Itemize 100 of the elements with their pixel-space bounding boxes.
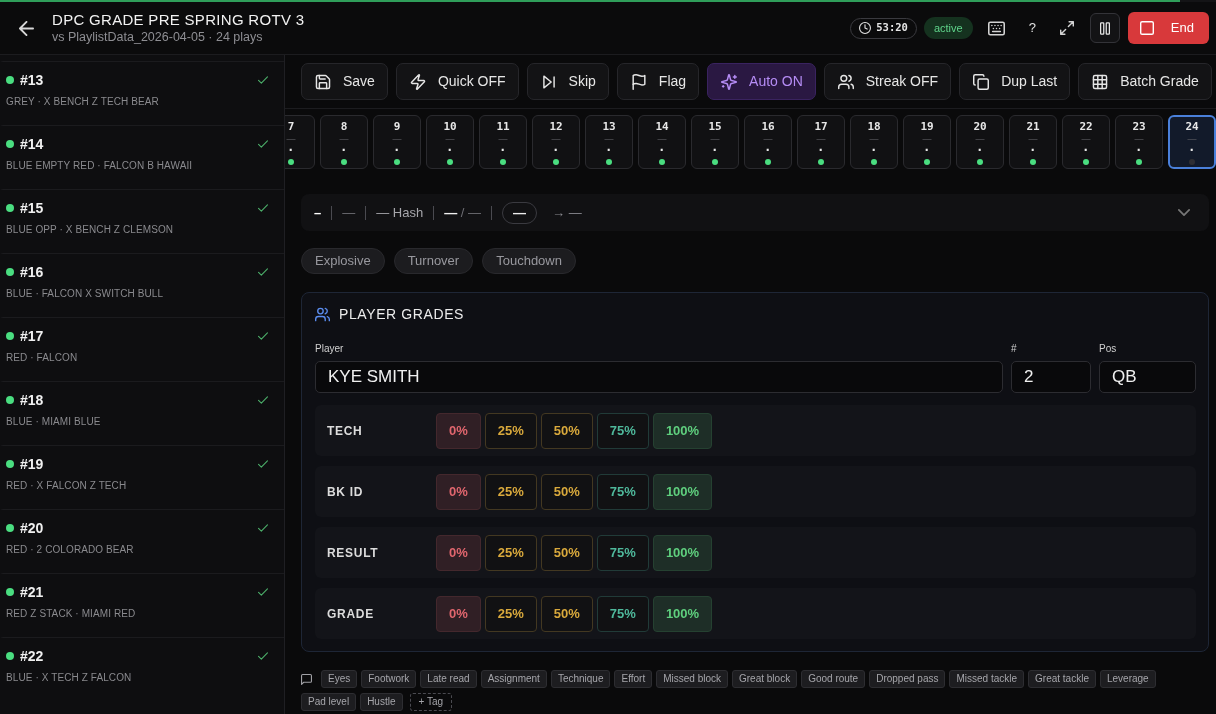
flag-button[interactable]: Flag	[616, 63, 700, 100]
play-tile[interactable]: 7 — ·	[285, 115, 315, 169]
clock-icon	[859, 22, 872, 34]
play-tile[interactable]: 8 — ·	[320, 115, 368, 169]
grade-option[interactable]: 75%	[596, 412, 649, 449]
grade-option[interactable]: 50%	[540, 412, 593, 449]
play-number: 14	[655, 119, 669, 134]
note-tag[interactable]: Pad level	[301, 693, 357, 711]
grade-option[interactable]: 25%	[484, 473, 537, 510]
note-tag[interactable]: Missed tackle	[949, 670, 1025, 688]
auto-mode-toggle[interactable]: Auto ON	[707, 63, 816, 100]
note-tag[interactable]: Hustle	[360, 693, 403, 711]
keyboard-icon[interactable]	[987, 20, 1005, 36]
quick-mode-toggle[interactable]: Quick OFF	[395, 63, 519, 100]
note-tag[interactable]: Dropped pass	[869, 670, 946, 688]
play-tile[interactable]: 20 — ·	[956, 115, 1004, 169]
note-tag[interactable]: Great tackle	[1028, 670, 1096, 688]
help-button[interactable]: ?	[1022, 18, 1042, 38]
grade-option[interactable]: 0%	[436, 412, 481, 449]
grade-option[interactable]: 75%	[596, 473, 649, 510]
play-detail: ·	[977, 145, 983, 156]
grade-option[interactable]: 75%	[596, 534, 649, 571]
note-tag[interactable]: Effort	[614, 670, 653, 688]
play-tile[interactable]: 11 — ·	[479, 115, 527, 169]
note-tag[interactable]: Good route	[801, 670, 866, 688]
grade-option[interactable]: 100%	[652, 473, 713, 510]
play-detail: —	[763, 134, 773, 145]
play-tile[interactable]: 16 — ·	[744, 115, 792, 169]
grade-option[interactable]: 100%	[652, 534, 713, 571]
play-list-item[interactable]: #18 BLUE · MIAMI BLUE	[0, 381, 284, 445]
streak-toggle[interactable]: Streak OFF	[823, 63, 952, 100]
player-name-input[interactable]: KYE SMITH	[315, 361, 1003, 393]
play-tile[interactable]: 15 — ·	[691, 115, 739, 169]
play-detail: ·	[606, 145, 612, 156]
skip-button[interactable]: Skip	[526, 63, 609, 100]
play-list-item[interactable]: #14 BLUE EMPTY RED · FALCON B HAWAII	[0, 125, 284, 189]
play-list-item[interactable]: #13 GREY · X BENCH Z TECH BEAR	[0, 61, 284, 125]
grade-option[interactable]: 0%	[436, 473, 481, 510]
note-tag[interactable]: Assignment	[480, 670, 547, 688]
duplicate-last-button[interactable]: Dup Last	[959, 63, 1071, 100]
play-number: 20	[973, 119, 987, 134]
add-tag-button[interactable]: + Tag	[409, 693, 453, 711]
tag-toggle[interactable]: Turnover	[393, 248, 474, 274]
grade-option[interactable]: 50%	[540, 534, 593, 571]
situation-bar[interactable]: – — — Hash — / — — → —	[301, 194, 1209, 231]
play-detail: —	[498, 134, 508, 145]
note-tag[interactable]: Leverage	[1099, 670, 1156, 688]
note-tag[interactable]: Great block	[732, 670, 798, 688]
grade-option[interactable]: 100%	[652, 412, 713, 449]
grade-option[interactable]: 100%	[652, 595, 713, 632]
chevron-down-icon[interactable]	[1178, 209, 1190, 216]
back-arrow-icon[interactable]	[19, 20, 34, 36]
play-tile[interactable]: 12 — ·	[532, 115, 580, 169]
grade-option[interactable]: 25%	[484, 595, 537, 632]
play-number: #22	[20, 647, 44, 665]
end-button[interactable]: End	[1127, 12, 1209, 44]
play-tile[interactable]: 19 — ·	[903, 115, 951, 169]
play-detail: ·	[871, 145, 877, 156]
expand-icon[interactable]	[1059, 21, 1074, 35]
play-list-item[interactable]: #22 BLUE · X TECH Z FALCON	[0, 637, 284, 701]
play-list-item[interactable]: #21 RED Z STACK · MIAMI RED	[0, 573, 284, 637]
tag-toggle[interactable]: Explosive	[301, 248, 385, 274]
play-tile[interactable]: 10 — ·	[426, 115, 474, 169]
play-detail: —	[922, 134, 932, 145]
play-list-item[interactable]: #15 BLUE OPP · X BENCH Z CLEMSON	[0, 189, 284, 253]
grade-option[interactable]: 0%	[436, 595, 481, 632]
play-tile[interactable]: 9 — ·	[373, 115, 421, 169]
grade-option[interactable]: 25%	[484, 534, 537, 571]
note-tag[interactable]: Eyes	[321, 670, 358, 688]
note-tag[interactable]: Technique	[550, 670, 611, 688]
batch-grade-button[interactable]: Batch Grade	[1078, 63, 1212, 100]
grade-option[interactable]: 50%	[540, 595, 593, 632]
play-list-item[interactable]: #17 RED · FALCON	[0, 317, 284, 381]
situation-text: — Hash	[376, 203, 424, 222]
grade-label: TECH	[327, 422, 364, 440]
grade-option[interactable]: 25%	[484, 412, 537, 449]
note-tag[interactable]: Late read	[420, 670, 477, 688]
play-tile[interactable]: 18 — ·	[850, 115, 898, 169]
tag-toggle[interactable]: Touchdown	[482, 248, 576, 274]
play-tile[interactable]: 13 — ·	[585, 115, 633, 169]
session-subtitle: vs PlaylistData_2026-04-05 · 24 plays	[52, 29, 264, 45]
play-tile[interactable]: 21 — ·	[1009, 115, 1057, 169]
note-tag[interactable]: Missed block	[656, 670, 728, 688]
save-button[interactable]: Save	[301, 63, 388, 100]
note-tag[interactable]: Footwork	[361, 670, 417, 688]
grade-option[interactable]: 0%	[436, 534, 481, 571]
play-list-item[interactable]: #16 BLUE · FALCON X SWITCH BULL	[0, 253, 284, 317]
play-number: 11	[496, 119, 510, 134]
pause-button[interactable]	[1089, 13, 1120, 43]
grade-option[interactable]: 75%	[596, 595, 649, 632]
play-tile[interactable]: 24 — ·	[1168, 115, 1216, 169]
play-tile[interactable]: 17 — ·	[797, 115, 845, 169]
play-tile[interactable]: 22 — ·	[1062, 115, 1110, 169]
grade-option[interactable]: 50%	[540, 473, 593, 510]
position-input[interactable]: QB	[1099, 361, 1196, 393]
play-tile[interactable]: 23 — ·	[1115, 115, 1163, 169]
play-list-item[interactable]: #20 RED · 2 COLORADO BEAR	[0, 509, 284, 573]
jersey-number-input[interactable]: 2	[1011, 361, 1091, 393]
play-list-item[interactable]: #19 RED · X FALCON Z TECH	[0, 445, 284, 509]
play-tile[interactable]: 14 — ·	[638, 115, 686, 169]
